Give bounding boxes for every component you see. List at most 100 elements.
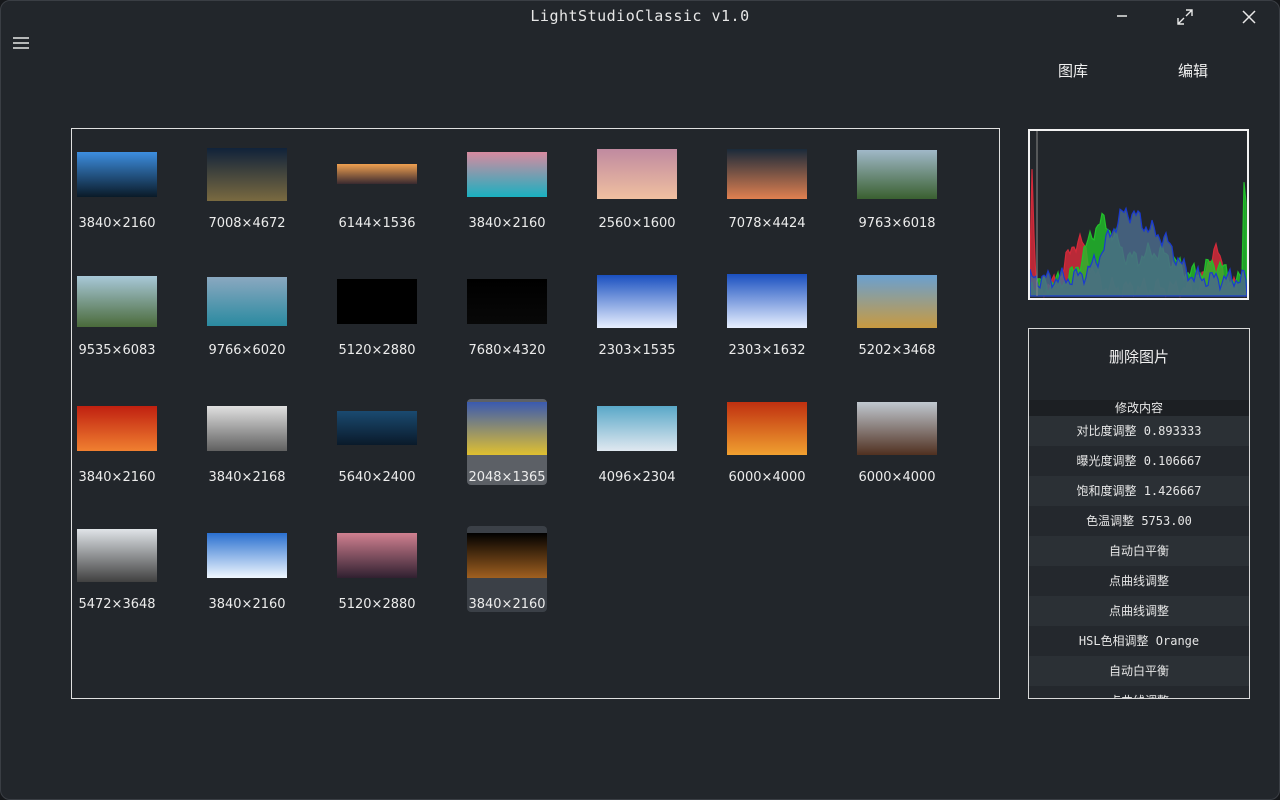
gallery-item[interactable]: 9766×6020 — [207, 272, 287, 358]
minimize-icon — [1117, 15, 1127, 17]
image-dimensions-label: 7680×4320 — [468, 343, 546, 358]
image-thumbnail — [207, 406, 287, 451]
image-dimensions-label: 3840×2160 — [468, 597, 546, 612]
gallery-item[interactable]: 6000×4000 — [857, 399, 937, 485]
image-thumbnail — [77, 276, 157, 327]
image-dimensions-label: 9766×6020 — [208, 343, 286, 358]
hamburger-menu-button[interactable] — [9, 32, 33, 54]
image-thumbnail — [207, 277, 287, 326]
tab-gallery[interactable]: 图库 — [1058, 60, 1088, 81]
image-dimensions-label: 2303×1632 — [728, 343, 806, 358]
gallery-item[interactable]: 2303×1632 — [727, 272, 807, 358]
image-dimensions-label: 2560×1600 — [598, 216, 676, 231]
image-dimensions-label: 5202×3468 — [858, 343, 936, 358]
gallery-item[interactable]: 6000×4000 — [727, 399, 807, 485]
image-thumbnail — [77, 152, 157, 197]
gallery-item[interactable]: 9535×6083 — [77, 272, 157, 358]
gallery-item[interactable]: 2048×1365 — [467, 399, 547, 485]
image-dimensions-label: 9763×6018 — [858, 216, 936, 231]
gallery-item[interactable]: 7078×4424 — [727, 145, 807, 231]
image-thumbnail — [857, 275, 937, 328]
window-title: LightStudioClassic v1.0 — [530, 7, 750, 25]
image-thumbnail — [467, 279, 547, 324]
image-thumbnail — [77, 406, 157, 451]
image-dimensions-label: 7078×4424 — [728, 216, 806, 231]
gallery-item[interactable]: 5120×2880 — [337, 526, 417, 612]
gallery-item[interactable]: 3840×2160 — [207, 526, 287, 612]
gallery-item[interactable]: 3840×2160 — [77, 145, 157, 231]
gallery-item[interactable]: 3840×2160 — [77, 399, 157, 485]
image-dimensions-label: 6000×4000 — [858, 470, 936, 485]
gallery-item[interactable]: 6144×1536 — [337, 145, 417, 231]
image-thumbnail — [597, 406, 677, 451]
image-thumbnail — [467, 152, 547, 197]
tab-edit[interactable]: 编辑 — [1178, 60, 1208, 81]
history-item[interactable]: HSL色相调整 Orange — [1029, 626, 1249, 656]
history-item[interactable]: 点曲线调整 — [1029, 566, 1249, 596]
delete-image-button[interactable]: 删除图片 — [1029, 346, 1249, 367]
image-dimensions-label: 7008×4672 — [208, 216, 286, 231]
image-thumbnail — [597, 275, 677, 328]
gallery-item[interactable]: 2560×1600 — [597, 145, 677, 231]
image-thumbnail — [467, 402, 547, 455]
gallery-item[interactable]: 5120×2880 — [337, 272, 417, 358]
maximize-button[interactable] — [1173, 5, 1197, 29]
hamburger-icon — [13, 37, 29, 49]
close-button[interactable] — [1237, 5, 1261, 29]
image-dimensions-label: 3840×2160 — [78, 216, 156, 231]
history-item[interactable]: 饱和度调整 1.426667 — [1029, 476, 1249, 506]
close-icon — [1242, 10, 1256, 24]
image-thumbnail — [727, 402, 807, 455]
histogram-panel — [1028, 129, 1249, 300]
image-thumbnail — [207, 148, 287, 201]
history-item[interactable]: 点曲线调整 — [1029, 596, 1249, 626]
history-list[interactable]: 对比度调整 0.893333 曝光度调整 0.106667 饱和度调整 1.4266… — [1029, 416, 1249, 698]
image-dimensions-label: 5120×2880 — [338, 343, 416, 358]
gallery-item[interactable]: 4096×2304 — [597, 399, 677, 485]
history-item[interactable]: 色温调整 5753.00 — [1029, 506, 1249, 536]
history-header: 修改内容 — [1029, 400, 1249, 416]
image-dimensions-label: 4096×2304 — [598, 470, 676, 485]
history-item[interactable]: 点曲线调整 — [1029, 686, 1249, 698]
gallery-item[interactable]: 5640×2400 — [337, 399, 417, 485]
history-item[interactable]: 自动白平衡 — [1029, 536, 1249, 566]
image-thumbnail — [337, 164, 417, 184]
gallery-item[interactable]: 5472×3648 — [77, 526, 157, 612]
image-dimensions-label: 2303×1535 — [598, 343, 676, 358]
image-thumbnail — [727, 149, 807, 199]
image-thumbnail — [597, 149, 677, 199]
image-thumbnail — [857, 402, 937, 455]
image-gallery: 3840×2160 7008×4672 6144×1536 3840×2160 2560… — [71, 128, 1000, 699]
image-dimensions-label: 5120×2880 — [338, 597, 416, 612]
image-thumbnail — [337, 533, 417, 578]
image-thumbnail — [77, 529, 157, 582]
title-bar[interactable]: LightStudioClassic v1.0 — [1, 1, 1279, 33]
history-item[interactable]: 自动白平衡 — [1029, 656, 1249, 686]
gallery-item[interactable]: 5202×3468 — [857, 272, 937, 358]
app-window: LightStudioClassic v1.0 图库 编辑 3840×2160 7… — [0, 0, 1280, 800]
histogram-chart — [1030, 131, 1247, 298]
gallery-item[interactable]: 9763×6018 — [857, 145, 937, 231]
image-dimensions-label: 3840×2168 — [208, 470, 286, 485]
gallery-item[interactable]: 2303×1535 — [597, 272, 677, 358]
image-dimensions-label: 2048×1365 — [468, 470, 546, 485]
edit-panel: 删除图片 修改内容 对比度调整 0.893333 曝光度调整 0.106667 饱和… — [1028, 328, 1250, 699]
gallery-item[interactable]: 3840×2160 — [467, 145, 547, 231]
history-item[interactable]: 曝光度调整 0.106667 — [1029, 446, 1249, 476]
gallery-item[interactable]: 3840×2168 — [207, 399, 287, 485]
image-thumbnail — [467, 533, 547, 578]
gallery-item[interactable]: 7680×4320 — [467, 272, 547, 358]
image-dimensions-label: 5472×3648 — [78, 597, 156, 612]
gallery-item[interactable]: 7008×4672 — [207, 145, 287, 231]
image-dimensions-label: 3840×2160 — [468, 216, 546, 231]
history-item[interactable]: 对比度调整 0.893333 — [1029, 416, 1249, 446]
minimize-button[interactable] — [1110, 5, 1134, 29]
image-thumbnail — [337, 411, 417, 445]
gallery-item[interactable]: 3840×2160 — [467, 526, 547, 612]
image-dimensions-label: 5640×2400 — [338, 470, 416, 485]
image-dimensions-label: 9535×6083 — [78, 343, 156, 358]
image-thumbnail — [337, 279, 417, 324]
image-thumbnail — [857, 150, 937, 199]
image-dimensions-label: 3840×2160 — [78, 470, 156, 485]
image-dimensions-label: 3840×2160 — [208, 597, 286, 612]
